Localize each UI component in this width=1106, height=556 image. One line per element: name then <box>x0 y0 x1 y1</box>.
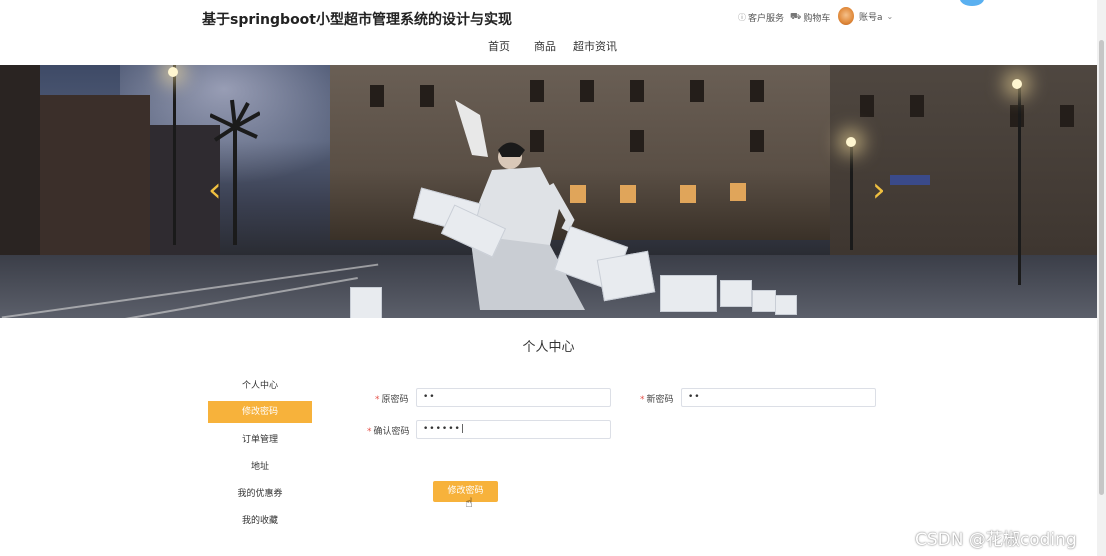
new-password-label: * 新密码 <box>640 395 674 405</box>
banner-carousel: ‹ › <box>0 65 1097 318</box>
avatar <box>838 7 854 25</box>
carousel-next-arrow[interactable]: › <box>872 173 886 207</box>
floating-badge[interactable] <box>960 0 984 6</box>
chevron-down-icon: ⌄ <box>886 11 894 21</box>
nav-item-products[interactable]: 商品 <box>534 38 556 54</box>
question-icon: ⓘ <box>738 13 746 22</box>
sidebar-item-change-password[interactable]: 修改密码 <box>208 401 312 423</box>
account-label: 账号a <box>859 12 883 23</box>
site-title: 基于springboot小型超市管理系统的设计与实现 <box>202 12 512 28</box>
account-menu[interactable]: 账号a ⌄ <box>838 7 893 25</box>
watermark: CSDN @花椒coding <box>915 530 1077 550</box>
required-mark: * <box>375 395 380 405</box>
main-nav: 首页 商品 超市资讯 <box>0 38 1106 54</box>
sidebar-item-address[interactable]: 地址 <box>208 456 312 478</box>
customer-service-label: 客户服务 <box>748 14 785 24</box>
cart-label: 购物车 <box>803 14 831 24</box>
banner-building <box>830 65 1097 265</box>
sidebar-item-favorites[interactable]: 我的收藏 <box>208 510 312 532</box>
nav-item-home[interactable]: 首页 <box>488 38 510 54</box>
sidebar-item-orders[interactable]: 订单管理 <box>208 429 312 451</box>
scrollbar-thumb[interactable] <box>1099 40 1104 495</box>
carousel-prev-arrow[interactable]: ‹ <box>208 173 222 207</box>
page-title: 个人中心 <box>522 340 575 355</box>
sidebar-item-profile[interactable]: 个人中心 <box>208 375 312 397</box>
confirm-password-field[interactable]: ••••••| <box>416 420 611 439</box>
cart-icon: ⛟ <box>790 12 802 22</box>
required-mark: * <box>640 395 645 405</box>
header: 基于springboot小型超市管理系统的设计与实现 ⓘ 客户服务 ⛟ 购物车 … <box>0 0 1106 65</box>
old-password-label: * 原密码 <box>375 395 409 405</box>
sidebar-item-coupons[interactable]: 我的优惠券 <box>208 483 312 505</box>
banner-building <box>40 95 150 265</box>
cart-link[interactable]: ⛟ 购物车 <box>790 11 830 24</box>
required-mark: * <box>367 427 372 437</box>
new-password-field[interactable]: •• <box>681 388 876 407</box>
nav-item-news[interactable]: 超市资讯 <box>573 38 617 54</box>
hand-cursor-icon: ☝ <box>465 496 473 511</box>
old-password-field[interactable]: •• <box>416 388 611 407</box>
customer-service-link[interactable]: ⓘ 客户服务 <box>738 11 784 24</box>
confirm-password-label: * 确认密码 <box>367 427 410 437</box>
banner-building <box>0 65 40 265</box>
